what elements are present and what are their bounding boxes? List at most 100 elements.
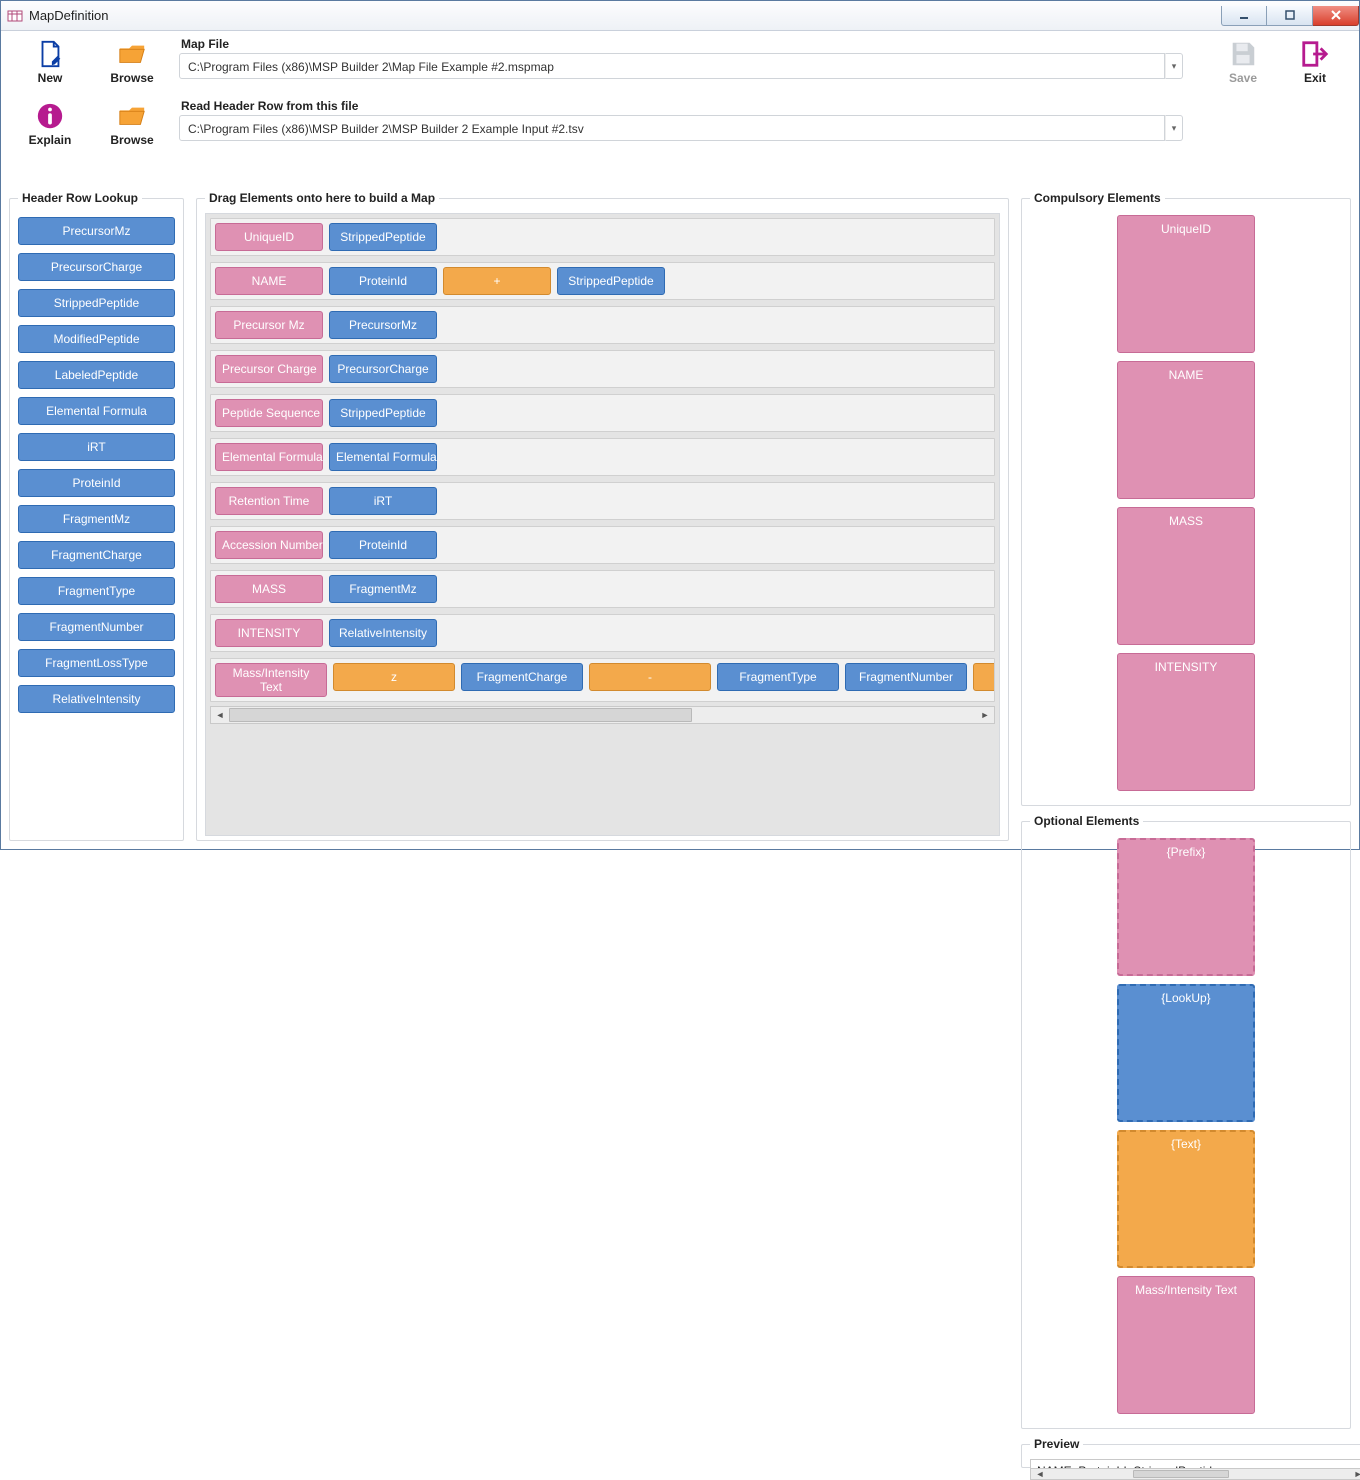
- lookup-token[interactable]: FragmentCharge: [461, 663, 583, 691]
- compulsory-element[interactable]: MASS: [1117, 507, 1255, 645]
- compulsory-stack: UniqueIDNAMEMASSINTENSITY: [1030, 213, 1342, 797]
- preview-scrollbar[interactable]: ◄ ►: [1030, 1469, 1360, 1480]
- lookup-item[interactable]: ProteinId: [18, 469, 175, 497]
- browse1-label: Browse: [91, 71, 173, 85]
- map-row[interactable]: NAMEProteinId+StrippedPeptide: [210, 262, 995, 300]
- lookup-item[interactable]: PrecursorCharge: [18, 253, 175, 281]
- lookup-token[interactable]: RelativeIntensity: [329, 619, 437, 647]
- map-row[interactable]: Accession NumberProteinId: [210, 526, 995, 564]
- optional-element[interactable]: {Text}: [1117, 1130, 1255, 1268]
- map-row-scrollbar[interactable]: ◄►: [210, 706, 995, 724]
- row-prefix-token[interactable]: INTENSITY: [215, 619, 323, 647]
- save-label: Save: [1207, 71, 1279, 85]
- lookup-item[interactable]: PrecursorMz: [18, 217, 175, 245]
- toolbar-row-1: New Browse Map File C:\Program Files (x8…: [9, 37, 1351, 85]
- text-token[interactable]: -: [589, 663, 711, 691]
- lookup-token[interactable]: PrecursorCharge: [329, 355, 437, 383]
- mass-intensity-row[interactable]: Mass/Intensity TextzFragmentCharge-Fragm…: [210, 658, 995, 702]
- compulsory-legend: Compulsory Elements: [1030, 191, 1165, 205]
- exit-button[interactable]: Exit: [1279, 37, 1351, 85]
- lookup-token[interactable]: StrippedPeptide: [329, 399, 437, 427]
- save-button[interactable]: Save: [1207, 37, 1279, 85]
- preview-text: NAME: ProteinId+StrippedPeptide PRECURSO…: [1030, 1459, 1360, 1469]
- scroll-right-icon[interactable]: ►: [976, 707, 994, 723]
- row-prefix-token[interactable]: Peptide Sequence: [215, 399, 323, 427]
- text-token[interactable]: +: [443, 267, 551, 295]
- right-column: Compulsory Elements UniqueIDNAMEMASSINTE…: [1021, 191, 1351, 841]
- map-row[interactable]: Precursor ChargePrecursorCharge: [210, 350, 995, 388]
- minimize-button[interactable]: [1221, 6, 1267, 26]
- browse-header-button[interactable]: Browse: [91, 99, 173, 147]
- row-prefix-token[interactable]: NAME: [215, 267, 323, 295]
- scroll-right-icon[interactable]: ►: [1349, 1469, 1360, 1479]
- row-prefix-token[interactable]: Precursor Mz: [215, 311, 323, 339]
- lookup-item[interactable]: iRT: [18, 433, 175, 461]
- optional-element[interactable]: Mass/Intensity Text: [1117, 1276, 1255, 1414]
- lookup-token[interactable]: StrippedPeptide: [557, 267, 665, 295]
- map-row[interactable]: Precursor MzPrecursorMz: [210, 306, 995, 344]
- mapfile-input[interactable]: C:\Program Files (x86)\MSP Builder 2\Map…: [179, 53, 1165, 79]
- lookup-token[interactable]: FragmentNumber: [845, 663, 967, 691]
- lookup-item[interactable]: FragmentMz: [18, 505, 175, 533]
- row-prefix-token[interactable]: UniqueID: [215, 223, 323, 251]
- lookup-token[interactable]: ProteinId: [329, 267, 437, 295]
- scroll-thumb[interactable]: [229, 708, 692, 722]
- lookup-token[interactable]: FragmentMz: [329, 575, 437, 603]
- compulsory-element[interactable]: UniqueID: [1117, 215, 1255, 353]
- lookup-token[interactable]: ProteinId: [329, 531, 437, 559]
- scroll-track[interactable]: [229, 707, 976, 723]
- headerfile-input[interactable]: C:\Program Files (x86)\MSP Builder 2\MSP…: [179, 115, 1165, 141]
- explain-button[interactable]: Explain: [9, 99, 91, 147]
- lookup-token[interactable]: Elemental Formula: [329, 443, 437, 471]
- map-row[interactable]: Elemental FormulaElemental Formula: [210, 438, 995, 476]
- lookup-item[interactable]: FragmentNumber: [18, 613, 175, 641]
- scroll-left-icon[interactable]: ◄: [211, 707, 229, 723]
- folder-open-icon: [91, 99, 173, 133]
- row-prefix-token[interactable]: Elemental Formula: [215, 443, 323, 471]
- mass-intensity-label[interactable]: Mass/Intensity Text: [215, 663, 327, 697]
- map-row[interactable]: MASSFragmentMz: [210, 570, 995, 608]
- toolbar-row-2: Explain Browse Read Header Row from this…: [9, 99, 1351, 147]
- lookup-item[interactable]: Elemental Formula: [18, 397, 175, 425]
- lookup-item[interactable]: StrippedPeptide: [18, 289, 175, 317]
- scroll-left-icon[interactable]: ◄: [1031, 1469, 1049, 1479]
- mapfile-label: Map File: [179, 37, 1183, 51]
- map-row[interactable]: Retention TimeiRT: [210, 482, 995, 520]
- map-row[interactable]: Peptide SequenceStrippedPeptide: [210, 394, 995, 432]
- text-token[interactable]: &: [973, 663, 995, 691]
- new-button[interactable]: New: [9, 37, 91, 85]
- optional-element[interactable]: {LookUp}: [1117, 984, 1255, 1122]
- new-label: New: [9, 71, 91, 85]
- lookup-item[interactable]: FragmentCharge: [18, 541, 175, 569]
- lookup-item[interactable]: RelativeIntensity: [18, 685, 175, 713]
- app-icon: [7, 8, 23, 24]
- row-prefix-token[interactable]: Retention Time: [215, 487, 323, 515]
- row-prefix-token[interactable]: Accession Number: [215, 531, 323, 559]
- lookup-item[interactable]: FragmentLossType: [18, 649, 175, 677]
- maximize-button[interactable]: [1267, 6, 1313, 26]
- headerfile-dropdown[interactable]: ▾: [1165, 115, 1183, 141]
- lookup-token[interactable]: iRT: [329, 487, 437, 515]
- optional-legend: Optional Elements: [1030, 814, 1143, 828]
- compulsory-element[interactable]: NAME: [1117, 361, 1255, 499]
- map-row[interactable]: UniqueIDStrippedPeptide: [210, 218, 995, 256]
- lookup-token[interactable]: PrecursorMz: [329, 311, 437, 339]
- scroll-thumb[interactable]: [1133, 1470, 1229, 1478]
- row-prefix-token[interactable]: Precursor Charge: [215, 355, 323, 383]
- scroll-track[interactable]: [1049, 1469, 1349, 1479]
- browse-mapfile-button[interactable]: Browse: [91, 37, 173, 85]
- lookup-token[interactable]: FragmentType: [717, 663, 839, 691]
- compulsory-element[interactable]: INTENSITY: [1117, 653, 1255, 791]
- mapfile-dropdown[interactable]: ▾: [1165, 53, 1183, 79]
- lookup-item[interactable]: FragmentType: [18, 577, 175, 605]
- lookup-token[interactable]: StrippedPeptide: [329, 223, 437, 251]
- lookup-item[interactable]: ModifiedPeptide: [18, 325, 175, 353]
- lookup-item[interactable]: LabeledPeptide: [18, 361, 175, 389]
- map-row[interactable]: INTENSITYRelativeIntensity: [210, 614, 995, 652]
- optional-element[interactable]: {Prefix}: [1117, 838, 1255, 976]
- build-map-area[interactable]: UniqueIDStrippedPeptideNAMEProteinId+Str…: [205, 213, 1000, 836]
- text-token[interactable]: z: [333, 663, 455, 691]
- exit-icon: [1279, 37, 1351, 71]
- row-prefix-token[interactable]: MASS: [215, 575, 323, 603]
- close-button[interactable]: [1313, 6, 1359, 26]
